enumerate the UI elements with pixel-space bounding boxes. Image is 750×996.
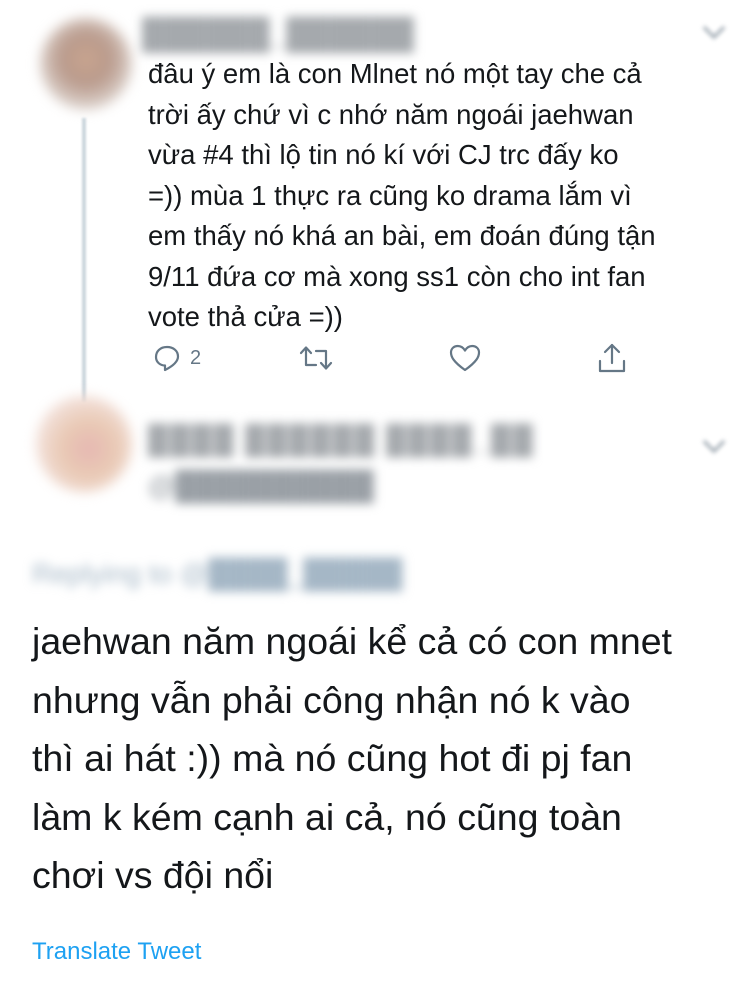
author-name-blurred[interactable]: ██████_██████	[142, 18, 414, 52]
share-icon	[598, 343, 626, 373]
thread-connector-line	[82, 118, 86, 402]
author-handle-blurred[interactable]: @██████████	[148, 470, 374, 502]
author-avatar[interactable]	[36, 396, 132, 492]
tweet-text: jaehwan năm ngoái kể cả có con mnet nhưn…	[32, 620, 672, 896]
reply-button[interactable]: 2	[152, 336, 201, 380]
replying-to-label[interactable]: Replying to @████_█████	[32, 558, 402, 590]
like-button[interactable]	[448, 336, 482, 380]
retweet-icon	[299, 346, 333, 370]
retweet-button[interactable]	[298, 336, 334, 380]
share-button[interactable]	[596, 336, 628, 380]
author-name-blurred[interactable]: ████ ██████ ████_██	[148, 424, 535, 456]
reply-icon	[154, 345, 180, 372]
chevron-down-icon[interactable]	[702, 16, 726, 40]
reply-count: 2	[190, 346, 202, 369]
tweet-text: đâu ý em là con Mlnet nó một tay che cả …	[148, 58, 656, 332]
chevron-down-icon[interactable]	[702, 430, 726, 454]
like-icon	[449, 344, 481, 372]
translate-tweet-link[interactable]: Translate Tweet	[32, 938, 201, 966]
author-avatar[interactable]	[40, 18, 132, 110]
tweet-actions-bar: 2	[148, 336, 648, 386]
